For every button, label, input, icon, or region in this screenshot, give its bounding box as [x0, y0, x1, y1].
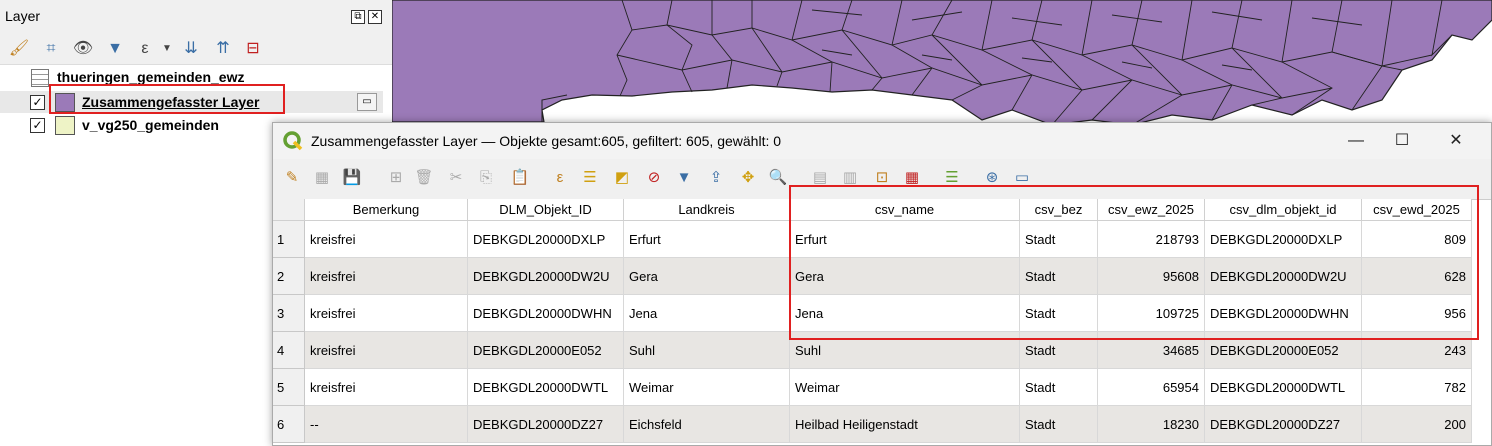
column-header[interactable]: Bemerkung — [305, 199, 468, 221]
add-feature-icon[interactable]: ⊞ — [385, 167, 407, 189]
table-cell[interactable]: kreisfrei — [305, 369, 468, 406]
table-cell[interactable]: Stadt — [1020, 406, 1098, 443]
table-cell[interactable]: DEBKGDL20000E052 — [468, 332, 624, 369]
row-number[interactable]: 1 — [273, 221, 305, 258]
pan-to-selection-icon[interactable]: ✥ — [737, 167, 759, 189]
save-edits-icon[interactable]: 💾 — [341, 167, 363, 189]
table-cell[interactable]: kreisfrei — [305, 295, 468, 332]
row-number[interactable]: 6 — [273, 406, 305, 443]
table-cell[interactable]: kreisfrei — [305, 258, 468, 295]
layer-visibility-checkbox[interactable]: ✓ — [30, 118, 45, 133]
layer-label: thueringen_gemeinden_ewz — [57, 69, 245, 85]
row-number[interactable]: 5 — [273, 369, 305, 406]
table-cell[interactable]: 782 — [1362, 369, 1472, 406]
deselect-all-icon[interactable]: ⊘ — [643, 167, 665, 189]
remove-layer-icon[interactable]: ⊟ — [242, 38, 264, 60]
style-brush-icon[interactable]: 🖌 — [8, 38, 30, 60]
table-cell[interactable]: Heilbad Heiligenstadt — [790, 406, 1020, 443]
table-cell[interactable]: DEBKGDL20000DZ27 — [468, 406, 624, 443]
corner-cell[interactable] — [273, 199, 305, 221]
table-cell[interactable]: Weimar — [624, 369, 790, 406]
table-cell[interactable]: DEBKGDL20000DWHN — [468, 295, 624, 332]
table-cell[interactable]: DEBKGDL20000DZ27 — [1205, 406, 1362, 443]
float-panel-icon[interactable]: ⧉ — [351, 10, 365, 24]
layer-symbol-swatch — [55, 116, 75, 135]
map-region — [392, 0, 1492, 126]
toggle-edit-icon[interactable]: ✎ — [281, 167, 303, 189]
layer-indicator-icon[interactable]: ▭ — [357, 93, 377, 111]
row-number[interactable]: 2 — [273, 258, 305, 295]
table-icon — [31, 69, 49, 87]
filter-legend-icon[interactable]: ▼ — [104, 38, 126, 60]
table-cell[interactable]: DEBKGDL20000DXLP — [468, 221, 624, 258]
delete-feature-icon[interactable]: 🗑 — [413, 167, 435, 189]
filter-expression-icon[interactable]: ε — [134, 38, 156, 60]
collapse-all-icon[interactable]: ⇈ — [212, 38, 234, 60]
chevron-down-icon[interactable]: ▼ — [156, 38, 178, 60]
maximize-button[interactable]: ☐ — [1379, 129, 1425, 153]
move-selection-top-icon[interactable]: ⇪ — [705, 167, 727, 189]
table-cell[interactable]: Jena — [624, 295, 790, 332]
add-group-icon[interactable]: ⌗ — [40, 38, 62, 60]
close-button[interactable]: ✕ — [1433, 129, 1479, 153]
table-cell[interactable]: kreisfrei — [305, 221, 468, 258]
close-panel-icon[interactable]: ✕ — [368, 10, 382, 24]
table-cell[interactable]: DEBKGDL20000DWTL — [468, 369, 624, 406]
window-title: Zusammengefasster Layer — Objekte gesamt… — [311, 133, 782, 149]
zoom-to-selection-icon[interactable]: 🔍 — [767, 167, 789, 189]
table-row[interactable]: 5 kreisfrei DEBKGDL20000DWTL Weimar Weimar St… — [273, 369, 1473, 406]
table-cell[interactable]: DEBKGDL20000DWTL — [1205, 369, 1362, 406]
table-cell[interactable]: 200 — [1362, 406, 1472, 443]
column-header[interactable]: DLM_Objekt_ID — [468, 199, 624, 221]
table-cell[interactable]: Gera — [624, 258, 790, 295]
paste-icon[interactable]: 📋 — [509, 167, 531, 189]
table-cell[interactable]: 18230 — [1098, 406, 1205, 443]
table-row[interactable]: 6 -- DEBKGDL20000DZ27 Eichsfeld Heilbad Heil… — [273, 406, 1473, 443]
expand-all-icon[interactable]: ⇊ — [180, 38, 202, 60]
layer-visibility-checkbox[interactable]: ✓ — [30, 95, 45, 110]
table-cell[interactable]: -- — [305, 406, 468, 443]
layer-label: v_vg250_gemeinden — [82, 117, 219, 133]
copy-icon[interactable]: ⎘ — [475, 167, 497, 189]
panel-title: Layer — [5, 8, 41, 24]
table-cell[interactable]: Stadt — [1020, 369, 1098, 406]
window-titlebar[interactable]: Zusammengefasster Layer — Objekte gesamt… — [273, 123, 1491, 159]
invert-selection-icon[interactable]: ◩ — [611, 167, 633, 189]
highlight-box — [789, 185, 1479, 340]
multi-edit-icon[interactable]: ▦ — [311, 167, 333, 189]
filter-select-icon[interactable]: ▼ — [673, 167, 695, 189]
select-all-icon[interactable]: ☰ — [579, 167, 601, 189]
table-cell[interactable]: Suhl — [624, 332, 790, 369]
qgis-logo-icon — [283, 131, 303, 151]
column-header[interactable]: Landkreis — [624, 199, 790, 221]
panel-header: Layer ⧉ ✕ — [0, 0, 392, 34]
cut-icon[interactable]: ✂ — [445, 167, 467, 189]
highlight-box — [49, 84, 285, 114]
table-cell[interactable]: kreisfrei — [305, 332, 468, 369]
visibility-eye-icon[interactable]: 👁 — [72, 38, 94, 60]
select-by-expression-icon[interactable]: ε — [549, 167, 571, 189]
table-cell[interactable]: 65954 — [1098, 369, 1205, 406]
row-number[interactable]: 4 — [273, 332, 305, 369]
attribute-table-window: Zusammengefasster Layer — Objekte gesamt… — [272, 122, 1492, 446]
minimize-button[interactable]: — — [1333, 129, 1379, 153]
table-cell[interactable]: Erfurt — [624, 221, 790, 258]
table-cell[interactable]: DEBKGDL20000DW2U — [468, 258, 624, 295]
row-number[interactable]: 3 — [273, 295, 305, 332]
table-cell[interactable]: Weimar — [790, 369, 1020, 406]
table-cell[interactable]: Eichsfeld — [624, 406, 790, 443]
